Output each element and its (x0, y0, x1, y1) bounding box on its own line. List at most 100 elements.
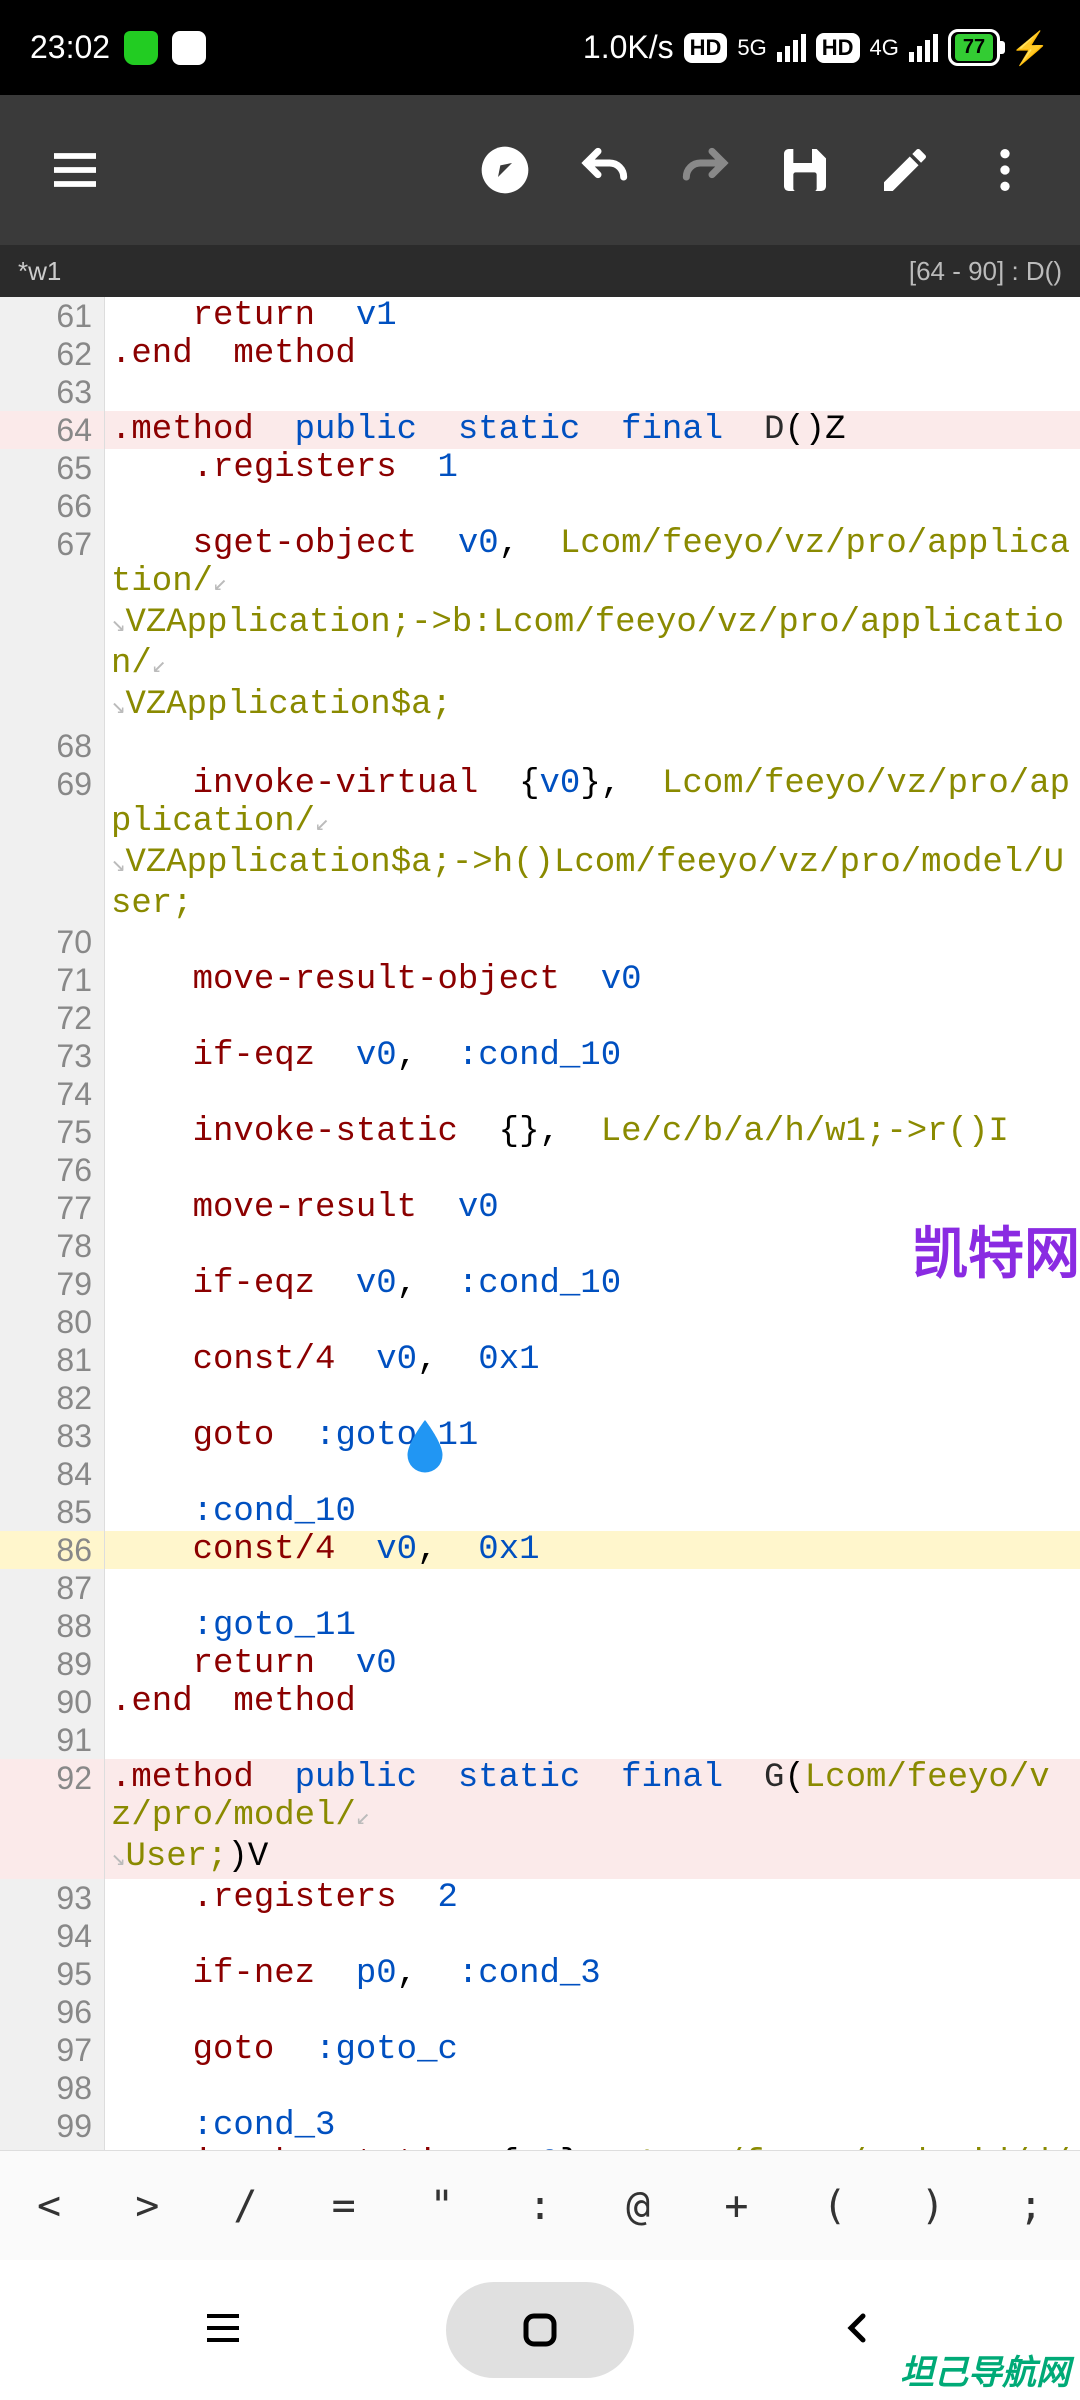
code-content[interactable]: if-nez p0, :cond_3 (105, 1955, 1080, 1993)
code-content[interactable]: invoke-virtual {v0}, Lcom/feeyo/vz/pro/a… (105, 765, 1080, 923)
code-line[interactable]: 81 const/4 v0, 0x1 (0, 1341, 1080, 1379)
code-content[interactable] (105, 1721, 1080, 1759)
code-content[interactable]: :cond_3 (105, 2107, 1080, 2145)
code-content[interactable] (105, 1075, 1080, 1113)
code-content[interactable]: :cond_10 (105, 1493, 1080, 1531)
code-line[interactable]: 75 invoke-static {}, Le/c/b/a/h/w1;->r()… (0, 1113, 1080, 1151)
code-content[interactable]: const/4 v0, 0x1 (105, 1531, 1080, 1569)
code-line[interactable]: 84 (0, 1455, 1080, 1493)
code-line[interactable]: 98 (0, 2069, 1080, 2107)
code-content[interactable]: .method public static final D()Z (105, 411, 1080, 449)
code-content[interactable]: .end method (105, 1683, 1080, 1721)
symbol-key[interactable]: ) (884, 2183, 982, 2229)
code-line[interactable]: 86 const/4 v0, 0x1 (0, 1531, 1080, 1569)
code-line[interactable]: 72 (0, 999, 1080, 1037)
code-content[interactable]: .registers 1 (105, 449, 1080, 487)
code-line[interactable]: 69 invoke-virtual {v0}, Lcom/feeyo/vz/pr… (0, 765, 1080, 923)
code-line[interactable]: 74 (0, 1075, 1080, 1113)
code-line[interactable]: 85 :cond_10 (0, 1493, 1080, 1531)
code-line[interactable]: 94 (0, 1917, 1080, 1955)
symbol-key[interactable]: @ (589, 2183, 687, 2229)
code-line[interactable]: 82 (0, 1379, 1080, 1417)
symbol-key[interactable]: : (491, 2183, 589, 2229)
code-line[interactable]: 76 (0, 1151, 1080, 1189)
code-content[interactable]: move-result-object v0 (105, 961, 1080, 999)
redo-button[interactable] (660, 125, 750, 215)
code-content[interactable] (105, 487, 1080, 525)
code-line[interactable]: 91 (0, 1721, 1080, 1759)
line-number: 100 (0, 2145, 105, 2150)
symbol-key[interactable]: > (98, 2183, 196, 2229)
code-line[interactable]: 87 (0, 1569, 1080, 1607)
more-button[interactable] (960, 125, 1050, 215)
symbol-key[interactable]: ; (982, 2183, 1080, 2229)
code-line[interactable]: 63 (0, 373, 1080, 411)
code-line[interactable]: 90.end method (0, 1683, 1080, 1721)
menu-button[interactable] (30, 125, 120, 215)
code-content[interactable] (105, 999, 1080, 1037)
code-content[interactable]: invoke-static {}, Le/c/b/a/h/w1;->r()I (105, 1113, 1080, 1151)
code-line[interactable]: 65 .registers 1 (0, 449, 1080, 487)
back-button[interactable] (833, 2304, 881, 2357)
code-line[interactable]: 97 goto :goto_c (0, 2031, 1080, 2069)
symbol-key[interactable]: < (0, 2183, 98, 2229)
code-content[interactable] (105, 1151, 1080, 1189)
code-content[interactable] (105, 1303, 1080, 1341)
symbol-key[interactable]: / (196, 2183, 294, 2229)
code-line[interactable]: 80 (0, 1303, 1080, 1341)
code-line[interactable]: 64.method public static final D()Z (0, 411, 1080, 449)
code-line[interactable]: 89 return v0 (0, 1645, 1080, 1683)
code-content[interactable]: .end method (105, 335, 1080, 373)
code-line[interactable]: 61 return v1 (0, 297, 1080, 335)
code-content[interactable] (105, 1993, 1080, 2031)
code-editor[interactable]: 凯特网 61 return v162.end method63 64.metho… (0, 297, 1080, 2150)
code-content[interactable] (105, 1379, 1080, 1417)
code-content[interactable]: .registers 2 (105, 1879, 1080, 1917)
code-line[interactable]: 73 if-eqz v0, :cond_10 (0, 1037, 1080, 1075)
code-content[interactable] (105, 373, 1080, 411)
code-line[interactable]: 99 :cond_3 (0, 2107, 1080, 2145)
code-content[interactable]: goto :goto_11 (105, 1417, 1080, 1455)
code-content[interactable]: .method public static final G(Lcom/feeyo… (105, 1759, 1080, 1879)
home-button[interactable] (446, 2282, 634, 2378)
code-content[interactable]: return v1 (105, 297, 1080, 335)
code-content[interactable] (105, 1455, 1080, 1493)
code-line[interactable]: 70 (0, 923, 1080, 961)
recent-apps-button[interactable] (199, 2304, 247, 2357)
code-content[interactable]: sget-object v0, Lcom/feeyo/vz/pro/applic… (105, 525, 1080, 727)
code-content[interactable] (105, 923, 1080, 961)
code-line[interactable]: 96 (0, 1993, 1080, 2031)
code-line[interactable]: 66 (0, 487, 1080, 525)
code-content[interactable] (105, 727, 1080, 765)
code-content[interactable] (105, 1917, 1080, 1955)
code-line[interactable]: 88 :goto_11 (0, 1607, 1080, 1645)
code-content[interactable]: return v0 (105, 1645, 1080, 1683)
symbol-key[interactable]: " (393, 2183, 491, 2229)
code-content[interactable]: :goto_11 (105, 1607, 1080, 1645)
symbol-key[interactable]: = (295, 2183, 393, 2229)
compass-button[interactable] (460, 125, 550, 215)
code-content[interactable]: const/4 v0, 0x1 (105, 1341, 1080, 1379)
undo-button[interactable] (560, 125, 650, 215)
line-number: 71 (0, 961, 105, 999)
symbol-key[interactable]: + (687, 2183, 785, 2229)
code-line[interactable]: 68 (0, 727, 1080, 765)
code-content[interactable] (105, 1569, 1080, 1607)
code-content[interactable]: invoke-static {p0}, Lcom/feeyo/android/d… (105, 2145, 1080, 2150)
cursor-handle-icon[interactable] (395, 1415, 455, 1480)
code-line[interactable]: 93 .registers 2 (0, 1879, 1080, 1917)
symbol-key[interactable]: ( (786, 2183, 884, 2229)
code-content[interactable] (105, 2069, 1080, 2107)
save-button[interactable] (760, 125, 850, 215)
code-content[interactable]: if-eqz v0, :cond_10 (105, 1037, 1080, 1075)
code-line[interactable]: 62.end method (0, 335, 1080, 373)
tab-filename[interactable]: *w1 (18, 256, 61, 287)
code-line[interactable]: 83 goto :goto_11 (0, 1417, 1080, 1455)
code-content[interactable]: goto :goto_c (105, 2031, 1080, 2069)
edit-button[interactable] (860, 125, 950, 215)
code-line[interactable]: 100 invoke-static {p0}, Lcom/feeyo/andro… (0, 2145, 1080, 2150)
code-line[interactable]: 92.method public static final G(Lcom/fee… (0, 1759, 1080, 1879)
code-line[interactable]: 95 if-nez p0, :cond_3 (0, 1955, 1080, 1993)
code-line[interactable]: 71 move-result-object v0 (0, 961, 1080, 999)
code-line[interactable]: 67 sget-object v0, Lcom/feeyo/vz/pro/app… (0, 525, 1080, 727)
